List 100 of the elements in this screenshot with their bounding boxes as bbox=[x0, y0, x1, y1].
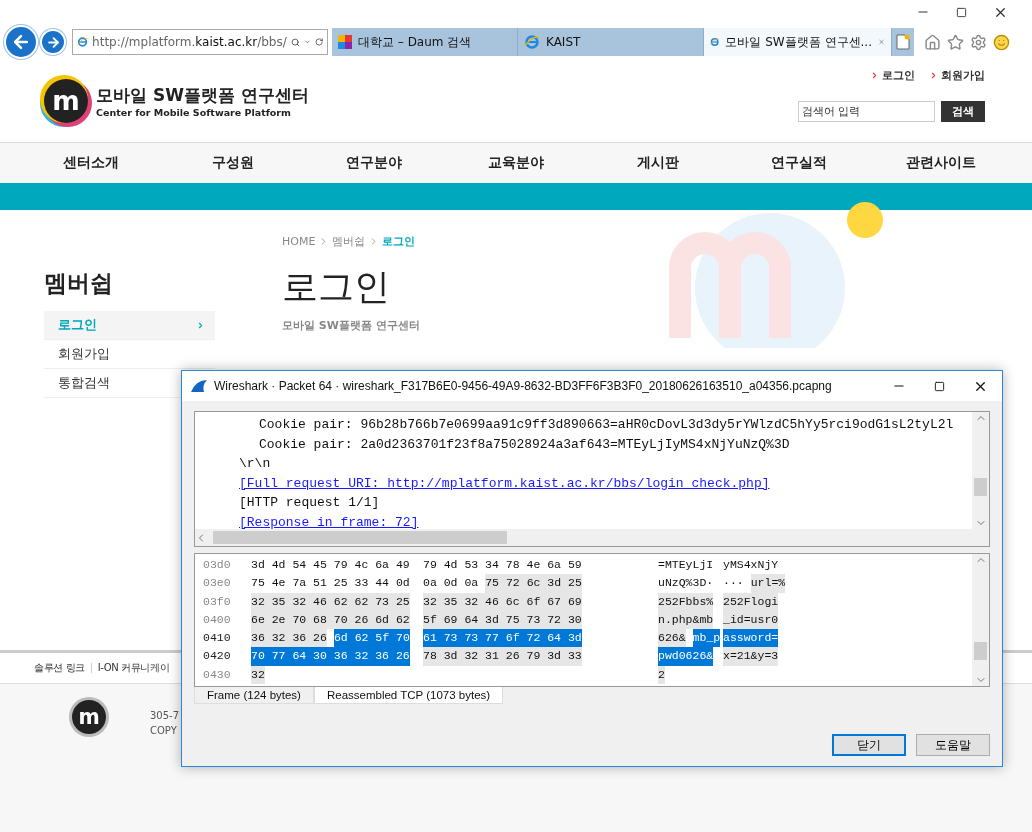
hex-bytes: 0a 0d 0a bbox=[423, 575, 479, 592]
hex-bytes: 32 35 32 46 62 62 73 25 bbox=[251, 592, 410, 611]
right-arrow-icon bbox=[45, 34, 61, 50]
hex-bytes: ··· bbox=[723, 575, 744, 592]
detail-line: Cookie pair: 2a0d2363701f23f8a75028924a3af643=MTEyLjIyMS4xNjYuNzQ%3D bbox=[259, 435, 791, 454]
detail-line: Cookie pair: 96b28b766b7e0699aa91c9ff3d890663=aHR0cDovL3d3dy5rYWlzdC5hYy5rci9odG1sL2tyL2l bbox=[259, 416, 955, 434]
settings-icon[interactable] bbox=[970, 33, 987, 51]
vertical-scrollbar[interactable] bbox=[972, 554, 989, 686]
nav-item[interactable]: 관련사이트 bbox=[906, 154, 977, 172]
browser-tab[interactable]: KAIST bbox=[518, 28, 704, 56]
address-field[interactable]: http://mplatform.kaist.ac.kr/bbs/ bbox=[72, 29, 328, 55]
chevron-icon bbox=[196, 320, 205, 330]
browser-e-icon bbox=[77, 34, 89, 50]
tab-label: KAIST bbox=[546, 35, 582, 49]
refresh-icon[interactable] bbox=[314, 36, 323, 48]
nav-item[interactable]: 연구실적 bbox=[771, 154, 828, 172]
scroll-thumb[interactable] bbox=[974, 642, 987, 660]
hex-bytes: yMS4xNjY bbox=[723, 557, 779, 573]
forward-button[interactable] bbox=[40, 29, 66, 55]
hex-bytes: 3d 4d 54 45 79 4c 6a 49 bbox=[251, 557, 410, 573]
nav-item[interactable]: 센터소개 bbox=[62, 154, 119, 172]
bytes-tab[interactable]: Frame (124 bytes) bbox=[194, 687, 314, 704]
dialog-button[interactable]: 도움말 bbox=[916, 734, 990, 756]
breadcrumb-link[interactable]: HOME bbox=[282, 235, 316, 248]
nav-item[interactable]: 연구분야 bbox=[346, 154, 403, 172]
horizontal-scrollbar[interactable] bbox=[195, 529, 972, 546]
hex-offset: 0430 bbox=[203, 666, 232, 683]
detail-line: \r\n bbox=[239, 455, 272, 473]
hex-bytes: 70 77 64 30 36 32 36 26 bbox=[251, 647, 410, 666]
hex-bytes: =MTEyLjI bbox=[658, 557, 714, 573]
tab-label: 모바일 SW플랫폼 연구센... bbox=[725, 33, 872, 51]
nav-item[interactable]: 구성원 bbox=[211, 154, 254, 172]
hex-bytes: url=% bbox=[750, 574, 786, 593]
hex-offset: 03e0 bbox=[203, 575, 232, 592]
search-button[interactable]: 검색 bbox=[941, 101, 985, 122]
dialog-title: Wireshark · Packet 64 · wireshark_F317B6E0-9456-49A9-8632-BD3FF6F3B3F0_20180626163510_a04356.pcapng bbox=[214, 379, 833, 393]
vertical-scrollbar[interactable] bbox=[972, 412, 989, 546]
star-icon[interactable] bbox=[947, 33, 964, 51]
site-subtitle: Center for Mobile Software Platform bbox=[96, 107, 292, 118]
hex-bytes: 626& bbox=[658, 629, 686, 648]
browser-e-icon bbox=[524, 34, 540, 50]
hex-offset: 0410 bbox=[203, 630, 232, 647]
hex-bytes: 252Flogi bbox=[723, 592, 779, 611]
hex-bytes: 61 73 73 77 6f 72 64 3d bbox=[423, 629, 582, 648]
new-tab-button[interactable] bbox=[892, 28, 914, 56]
hex-bytes: 75 72 6c 3d 25 bbox=[485, 574, 582, 593]
hex-bytes: pwd0626& bbox=[658, 647, 714, 666]
site-title: 모바일 SW플랫폼 연구센터 bbox=[96, 84, 309, 107]
site-logo[interactable]: m bbox=[44, 79, 88, 123]
new-tab-icon bbox=[896, 34, 910, 50]
hex-bytes: 2 bbox=[658, 665, 665, 685]
hex-bytes: x=21&y=3 bbox=[723, 647, 779, 666]
page-subtitle: 모바일 SW플랫폼 연구센터 bbox=[282, 318, 420, 333]
hex-offset: 03f0 bbox=[203, 593, 232, 610]
footer-copyright: COPY bbox=[150, 725, 178, 736]
maximize-icon[interactable] bbox=[956, 6, 967, 18]
maximize-icon[interactable] bbox=[934, 380, 945, 392]
page-title: 로그인 bbox=[282, 265, 391, 309]
hex-bytes: 79 4d 53 34 78 4e 6a 59 bbox=[423, 557, 582, 573]
sidebar-title: 멤버쉽 bbox=[44, 269, 114, 298]
chevron-icon bbox=[929, 71, 938, 80]
hex-bytes: 252Fbbs% bbox=[658, 592, 714, 611]
breadcrumb-link[interactable]: 멤버쉽 bbox=[332, 234, 366, 249]
nav-item[interactable]: 게시판 bbox=[636, 154, 679, 172]
hex-bytes: 6d 62 5f 70 bbox=[333, 629, 410, 648]
nav-item[interactable]: 교육분야 bbox=[488, 154, 544, 172]
hex-offset: 0420 bbox=[203, 648, 232, 665]
dialog-button[interactable]: 닫기 bbox=[832, 734, 906, 756]
home-icon[interactable] bbox=[924, 33, 941, 51]
chevron-icon bbox=[870, 71, 879, 80]
sidebar-item[interactable]: 회원가입 bbox=[44, 340, 215, 369]
browser-tab[interactable]: 모바일 SW플랫폼 연구센... bbox=[704, 28, 892, 56]
hex-bytes: 78 3d 32 31 26 79 3d 33 bbox=[423, 647, 582, 666]
hex-bytes: mb_p bbox=[692, 629, 721, 648]
hex-bytes: uNzQ%3D· bbox=[658, 575, 714, 592]
footer-address: 305-7 bbox=[150, 710, 180, 721]
url-text: http://mplatform.kaist.ac.kr/bbs/ bbox=[92, 35, 287, 49]
hex-offset: 03d0 bbox=[203, 557, 232, 573]
hex-offset: 0400 bbox=[203, 611, 232, 628]
hex-bytes: 32 35 32 46 6c 6f 67 69 bbox=[423, 592, 582, 611]
hex-bytes: assword= bbox=[723, 629, 779, 648]
scroll-thumb[interactable] bbox=[974, 478, 987, 496]
smiley-icon[interactable] bbox=[993, 33, 1010, 51]
back-button[interactable] bbox=[4, 25, 38, 59]
bytes-tab[interactable]: Reassembled TCP (1073 bytes) bbox=[313, 687, 504, 704]
tab-label: 대학교 – Daum 검색 bbox=[358, 33, 473, 51]
footer-logo: m bbox=[72, 700, 106, 734]
footer-link[interactable]: I-ON 커뮤니케이 bbox=[97, 661, 170, 675]
detail-link[interactable]: [Full request URI: http://mplatform.kaist.ac.kr/bbs/login_check.php] bbox=[239, 473, 972, 493]
search-field[interactable]: 검색어 입력 bbox=[798, 101, 935, 122]
colorful-square-icon bbox=[338, 35, 352, 49]
left-arrow-icon bbox=[11, 32, 31, 52]
top-link[interactable]: 로그인 bbox=[870, 68, 915, 83]
top-link[interactable]: 회원가입 bbox=[929, 68, 985, 83]
footer-link[interactable]: 솔루션 링크 bbox=[34, 661, 85, 675]
detail-link[interactable]: [Response in frame: 72] bbox=[239, 512, 972, 529]
hex-bytes: 75 4e 7a 51 25 33 44 0d bbox=[251, 575, 410, 592]
browser-tab[interactable]: 대학교 – Daum 검색 bbox=[332, 28, 518, 56]
hex-bytes: 36 32 36 26 bbox=[251, 629, 327, 648]
fin-icon bbox=[190, 379, 208, 393]
